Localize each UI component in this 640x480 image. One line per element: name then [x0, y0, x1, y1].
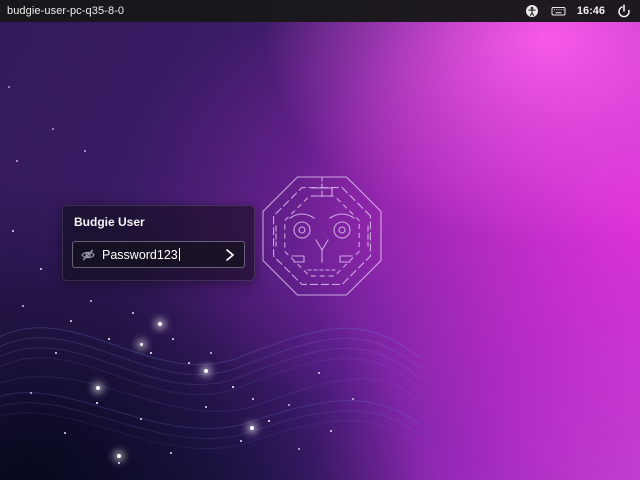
- login-submit-button[interactable]: [220, 244, 240, 266]
- hostname-label: budgie-user-pc-q35-8-0: [0, 5, 124, 17]
- top-panel: budgie-user-pc-q35-8-0 16:46: [0, 0, 640, 22]
- text-caret: [179, 248, 180, 261]
- clock: 16:46: [577, 5, 605, 17]
- password-input[interactable]: Password123: [102, 248, 178, 262]
- bright-star-decoration: [204, 369, 208, 373]
- power-icon[interactable]: [616, 4, 631, 19]
- bright-star-decoration: [96, 386, 100, 390]
- lock-screen: budgie-user-pc-q35-8-0 16:46: [0, 0, 640, 480]
- bright-star-decoration: [250, 426, 254, 430]
- wave-lines-decoration: [0, 272, 420, 480]
- bright-star-decoration: [158, 322, 162, 326]
- password-field[interactable]: Password123: [72, 241, 245, 268]
- bright-star-decoration: [140, 343, 143, 346]
- status-tray: 16:46: [525, 4, 640, 19]
- login-panel: Budgie User Password123: [62, 205, 255, 281]
- eye-off-icon[interactable]: [79, 246, 97, 264]
- keyboard-layout-icon[interactable]: [551, 4, 566, 19]
- accessibility-icon[interactable]: [525, 4, 540, 19]
- username-label: Budgie User: [63, 206, 254, 229]
- bright-star-decoration: [117, 454, 121, 458]
- budgie-maze-emblem: [252, 166, 392, 306]
